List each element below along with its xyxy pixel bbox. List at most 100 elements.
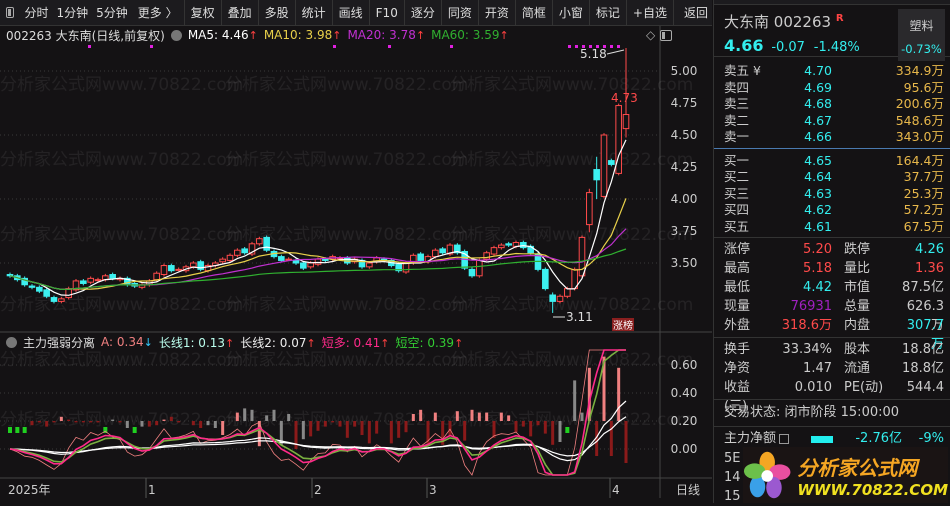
stat-value: 33.34% bbox=[782, 342, 832, 357]
open-capital-button[interactable]: 开资 bbox=[479, 0, 516, 26]
settings-dot-icon[interactable] bbox=[6, 336, 17, 348]
main-legend: 002263 大东南(日线,前复权) MA5: 4.46↑ MA10: 3.98… bbox=[6, 26, 509, 44]
stat-label: 流通 bbox=[844, 361, 871, 376]
stat-label: 最低 bbox=[724, 280, 751, 295]
sector-badge[interactable]: 塑料 -0.73% bbox=[898, 9, 945, 61]
watermark-text: 分析家公式网www.70822.com bbox=[0, 295, 243, 315]
ask-row[interactable]: 卖一 4.66 343.0万 bbox=[714, 129, 950, 146]
add-watchlist-button[interactable]: +自选 bbox=[627, 0, 674, 26]
stat-row: 外盘 318.6万 内盘 307.7万 bbox=[714, 316, 950, 352]
level-price: 4.65 bbox=[804, 152, 832, 168]
bid-row[interactable]: 买一 4.65 164.4万 bbox=[714, 153, 950, 170]
level-label: 买五 bbox=[724, 218, 750, 234]
panel-toggle-icon[interactable] bbox=[6, 7, 15, 18]
settings-dot-icon[interactable] bbox=[170, 29, 182, 41]
simple-frame-button[interactable]: 简框 bbox=[516, 0, 553, 26]
time-label: 日线 bbox=[676, 483, 700, 497]
bid-row[interactable]: 买二 4.64 37.7万 bbox=[714, 169, 950, 186]
signal-marker bbox=[88, 45, 91, 48]
level-price: 4.68 bbox=[804, 96, 832, 111]
time-label: 3 bbox=[429, 483, 437, 497]
candle-body bbox=[153, 272, 160, 281]
candle-body bbox=[322, 258, 329, 261]
stat-label: 内盘 bbox=[844, 318, 871, 333]
arrow-up-icon: ↑ bbox=[454, 336, 464, 350]
low-label: 3.11 bbox=[566, 310, 593, 324]
level-label: 买三 bbox=[724, 185, 750, 201]
same-capital-button[interactable]: 同资 bbox=[442, 0, 479, 26]
back-button[interactable]: 返回 bbox=[674, 0, 712, 26]
time-label: 2025年 bbox=[8, 483, 51, 497]
time-label: 1 bbox=[148, 483, 156, 497]
ask-row[interactable]: 卖五 ¥ 4.70 334.9万 bbox=[714, 63, 950, 80]
l1-label: 长线1: 0.13↑ bbox=[159, 334, 234, 351]
candle-body bbox=[65, 288, 72, 299]
kline-chart[interactable]: 分析家公式网www.70822.com分析家公式网www.70822.com分析… bbox=[0, 0, 712, 503]
ask-list: 卖五 ¥ 4.70 334.9万 卖四 4.69 95.6万 卖三 4.68 200.6万 卖二 4… bbox=[714, 63, 950, 146]
stat-row: 涨停 5.20 跌停 4.26 bbox=[714, 240, 950, 259]
ma10-label: MA10: 3.98↑ bbox=[264, 28, 342, 42]
price-change-pct: -1.48% bbox=[813, 40, 860, 55]
chart-title: 002263 大东南(日线,前复权) bbox=[6, 28, 165, 43]
signal-marker bbox=[617, 45, 620, 48]
tab-more[interactable]: 更多 〉 bbox=[132, 0, 185, 26]
level-volume: 95.6万 bbox=[903, 79, 944, 95]
tab-intraday[interactable]: 分时 bbox=[20, 0, 52, 26]
candle-body bbox=[263, 236, 270, 251]
sub-legend: 主力强弱分离 A: 0.34↓ 长线1: 0.13↑ 长线2: 0.07↑ 短多… bbox=[6, 334, 463, 350]
watermark-text: 分析家公式网www.70822.com bbox=[450, 75, 693, 95]
bid-row[interactable]: 买五 4.61 67.5万 bbox=[714, 219, 950, 236]
diamond-icon[interactable]: ◇ bbox=[646, 28, 655, 42]
ma20-label: MA20: 3.78↑ bbox=[347, 28, 425, 42]
tab-5min[interactable]: 5分钟 bbox=[92, 0, 132, 26]
level-label: 买一 bbox=[724, 152, 750, 168]
dd-label: 短多: 0.41↑ bbox=[322, 334, 390, 351]
signal-marker bbox=[575, 45, 578, 48]
ask-row[interactable]: 卖四 4.69 95.6万 bbox=[714, 80, 950, 97]
draw-button[interactable]: 画线 bbox=[333, 0, 370, 26]
stock-name: 大东南 bbox=[724, 13, 770, 31]
list-icon[interactable] bbox=[779, 434, 790, 444]
sub-bar bbox=[132, 427, 137, 433]
panel-icon[interactable] bbox=[660, 30, 672, 41]
sector-pct: -0.73% bbox=[901, 42, 942, 56]
stat-value: 4.42 bbox=[803, 280, 832, 295]
bid-list: 买一 4.65 164.4万 买二 4.64 37.7万 买三 4.63 25.3万 买四 4.62… bbox=[714, 153, 950, 236]
small-window-button[interactable]: 小窗 bbox=[553, 0, 590, 26]
adjust-button[interactable]: 复权 bbox=[185, 0, 222, 26]
candle-body bbox=[586, 192, 593, 226]
stats-button[interactable]: 统计 bbox=[296, 0, 333, 26]
candle-body bbox=[226, 254, 234, 261]
watermark-text: 分析家公式网www.70822.com bbox=[225, 350, 468, 370]
stats-table: 涨停 5.20 跌停 4.26 最高 5.18 量比 1.36 最低 4.42 市值 87.5亿 现量 7… bbox=[714, 240, 950, 352]
level-label: 卖二 bbox=[724, 112, 750, 128]
watermark-text: 分析家公式网www.70822.com bbox=[0, 350, 243, 370]
tick-button[interactable]: 逐分 bbox=[405, 0, 442, 26]
time-label: 2 bbox=[314, 483, 322, 497]
candle-body bbox=[292, 259, 300, 264]
candle-body bbox=[593, 169, 600, 181]
candle-body bbox=[600, 134, 608, 197]
level-price: 4.61 bbox=[804, 218, 832, 234]
candle-body bbox=[300, 262, 307, 269]
ask-row[interactable]: 卖三 4.68 200.6万 bbox=[714, 96, 950, 113]
overlay-button[interactable]: 叠加 bbox=[222, 0, 259, 26]
candle-body bbox=[490, 247, 498, 255]
level-price: 4.70 bbox=[804, 63, 832, 78]
bid-row[interactable]: 买三 4.63 25.3万 bbox=[714, 186, 950, 203]
candle-body bbox=[219, 258, 226, 263]
ask-row[interactable]: 卖二 4.67 548.6万 bbox=[714, 113, 950, 130]
candle-body bbox=[498, 244, 505, 249]
stat-value: 5.18 bbox=[803, 261, 832, 276]
level-price: 4.62 bbox=[804, 202, 832, 217]
candle-body bbox=[241, 248, 248, 254]
candle-body bbox=[366, 262, 373, 268]
bid-row[interactable]: 买四 4.62 57.2万 bbox=[714, 202, 950, 219]
last-price: 4.66 bbox=[724, 36, 764, 55]
multi-stock-button[interactable]: 多股 bbox=[259, 0, 296, 26]
watermark-logo: 分析家公式网 WWW.70822.COM bbox=[743, 447, 948, 503]
stat-label: 跌停 bbox=[844, 242, 871, 257]
tab-1min[interactable]: 1分钟 bbox=[52, 0, 92, 26]
mark-button[interactable]: 标记 bbox=[590, 0, 627, 26]
f10-button[interactable]: F10 bbox=[370, 0, 405, 26]
